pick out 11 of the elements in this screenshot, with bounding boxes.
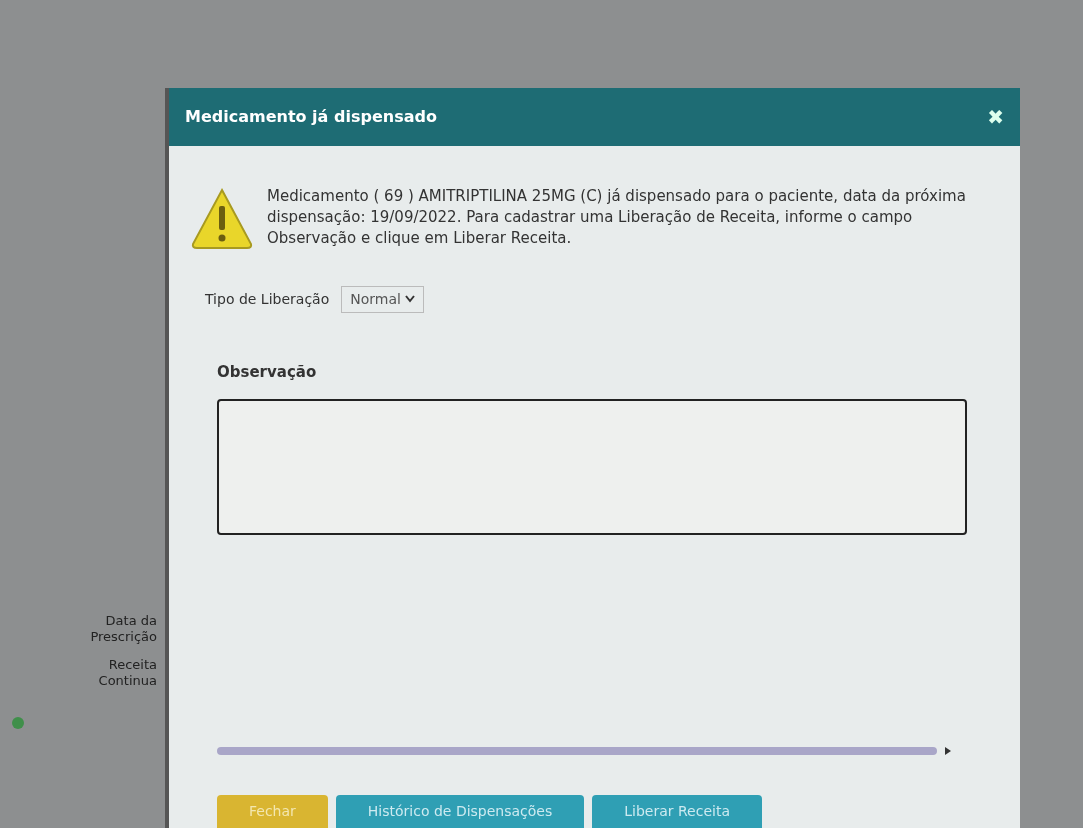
dialog-button[interactable]: Fechar xyxy=(217,795,328,828)
dialog-button[interactable]: Histórico de Dispensações xyxy=(335,795,585,828)
warning-message: Medicamento ( 69 ) AMITRIPTILINA 25MG (C) já dispensado para o paciente, data da próxima dispensação: 19/09/2022. Para cadastrar uma Liberação de Receita, informe o campo Observação e clique em Liberar Receita. xyxy=(267,185,967,249)
field-label: Observação xyxy=(216,361,318,383)
dialog-button[interactable]: Liberar Receita xyxy=(592,795,762,828)
form-label: Receita Continua xyxy=(97,657,157,689)
close-button[interactable]: ✖ xyxy=(987,101,1004,132)
dialog-title: Medicamento já dispensado xyxy=(185,105,437,128)
field-label: Tipo de Liberação xyxy=(205,289,330,309)
release-type-dropdown[interactable]: Normal xyxy=(341,285,424,313)
form-label: Data da Prescrição xyxy=(89,613,157,645)
